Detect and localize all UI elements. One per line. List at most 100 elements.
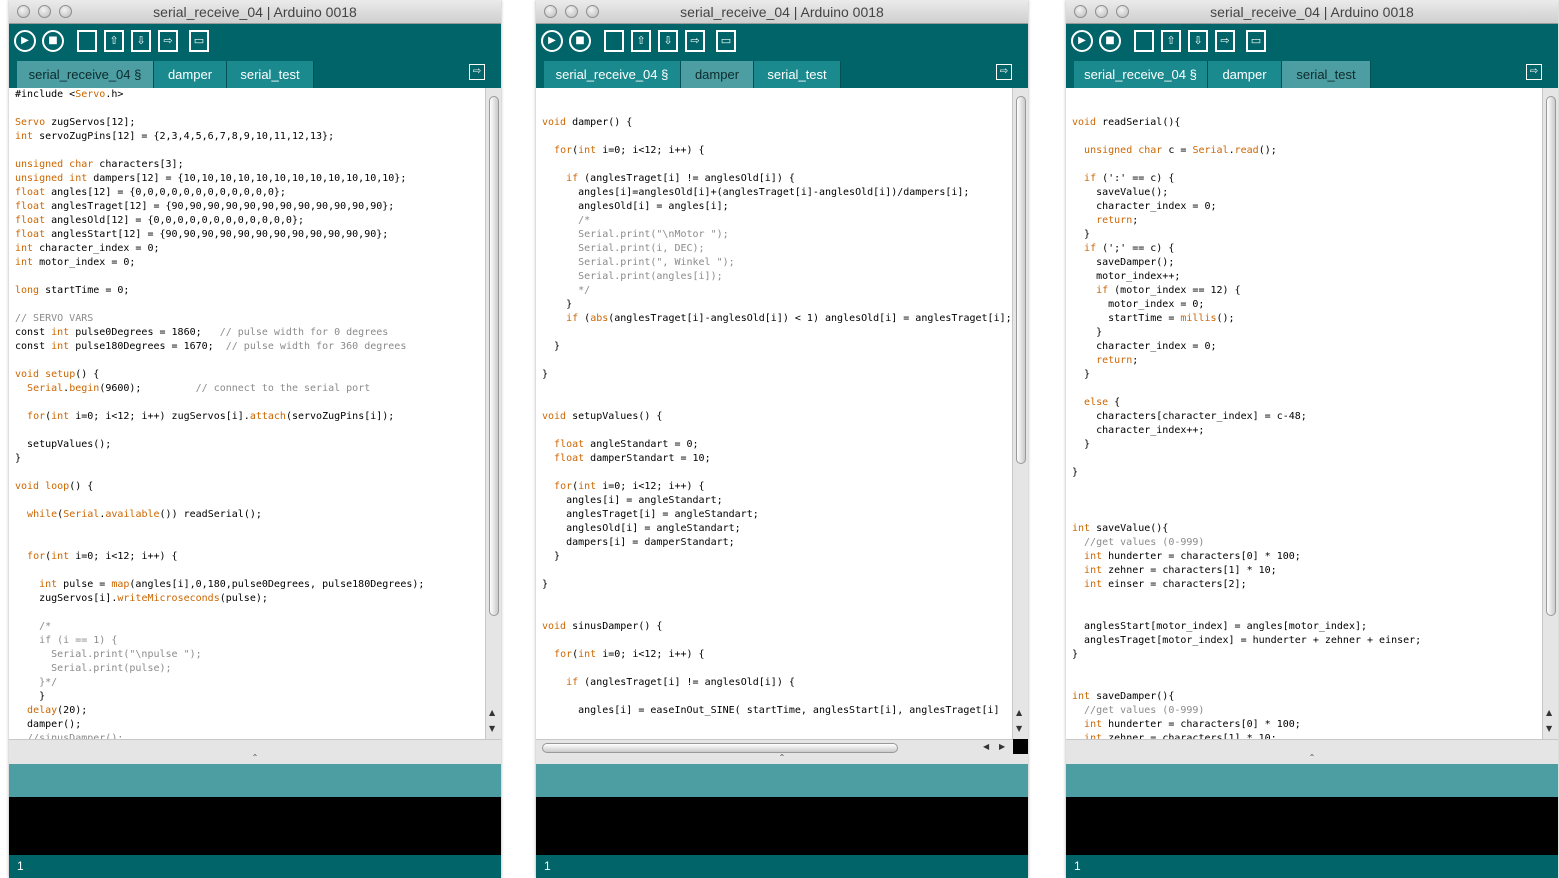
pane-divider[interactable]: ⌃ bbox=[536, 754, 1028, 764]
code-line[interactable] bbox=[542, 564, 1013, 578]
open-icon[interactable]: ⇧ bbox=[104, 30, 124, 52]
scroll-down-arrow[interactable]: ▼ bbox=[1546, 724, 1552, 733]
code-line[interactable]: float anglesOld[12] = {0,0,0,0,0,0,0,0,0… bbox=[15, 214, 486, 228]
code-line[interactable]: } bbox=[1072, 368, 1543, 382]
code-line[interactable] bbox=[542, 606, 1013, 620]
code-line[interactable]: float angles[12] = {0,0,0,0,0,0,0,0,0,0,… bbox=[15, 186, 486, 200]
code-editor[interactable]: void readSerial(){ unsigned char c = Ser… bbox=[1066, 88, 1543, 739]
code-line[interactable]: float damperStandart = 10; bbox=[542, 452, 1013, 466]
code-line[interactable]: } bbox=[542, 368, 1013, 382]
scroll-left-arrow[interactable]: ◀ bbox=[983, 742, 989, 751]
code-line[interactable]: anglesOld[i] = angles[i]; bbox=[542, 200, 1013, 214]
code-line[interactable]: if (motor_index == 12) { bbox=[1072, 284, 1543, 298]
code-line[interactable]: if (i == 1) { bbox=[15, 634, 486, 648]
tab-serial-test[interactable]: serial_test bbox=[227, 61, 314, 88]
vertical-scrollbar[interactable]: ▲ ▼ bbox=[1542, 88, 1558, 739]
stop-icon[interactable]: ■ bbox=[42, 30, 64, 52]
scroll-right-arrow[interactable]: ▶ bbox=[999, 742, 1005, 751]
code-text[interactable]: #include <Servo.h> Servo zugServos[12]; in… bbox=[9, 88, 486, 739]
code-line[interactable] bbox=[542, 592, 1013, 606]
code-line[interactable]: Serial.print(pulse); bbox=[15, 662, 486, 676]
code-line[interactable]: character_index++; bbox=[1072, 424, 1543, 438]
code-line[interactable]: Serial.begin(9600); // connect to the se… bbox=[15, 382, 486, 396]
code-line[interactable]: int pulse = map(angles[i],0,180,pulse0De… bbox=[15, 578, 486, 592]
code-line[interactable]: //sinusDamper(); bbox=[15, 732, 486, 739]
code-line[interactable]: }*/ bbox=[15, 676, 486, 690]
code-line[interactable]: startTime = millis(); bbox=[1072, 312, 1543, 326]
code-line[interactable]: void setupValues() { bbox=[542, 410, 1013, 424]
code-line[interactable]: int zehner = characters[1] * 10; bbox=[1072, 732, 1543, 739]
code-line[interactable]: character_index = 0; bbox=[1072, 340, 1543, 354]
code-line[interactable] bbox=[15, 144, 486, 158]
scroll-down-arrow[interactable]: ▼ bbox=[1016, 724, 1022, 733]
vertical-scrollbar[interactable]: ▲ ▼ bbox=[1012, 88, 1028, 739]
code-line[interactable]: //get values (0-999) bbox=[1072, 704, 1543, 718]
tab-damper[interactable]: damper bbox=[154, 61, 227, 88]
tab-serial-receive-04[interactable]: serial_receive_04 § bbox=[17, 61, 154, 88]
code-line[interactable]: long startTime = 0; bbox=[15, 284, 486, 298]
code-line[interactable]: setupValues(); bbox=[15, 438, 486, 452]
code-line[interactable]: /* bbox=[542, 214, 1013, 228]
new-icon[interactable] bbox=[77, 30, 97, 52]
code-line[interactable]: character_index = 0; bbox=[1072, 200, 1543, 214]
code-line[interactable] bbox=[15, 354, 486, 368]
code-line[interactable]: } bbox=[1072, 648, 1543, 662]
code-line[interactable]: anglesTraget[motor_index] = hunderter + … bbox=[1072, 634, 1543, 648]
code-line[interactable]: int saveValue(){ bbox=[1072, 522, 1543, 536]
code-line[interactable] bbox=[1072, 88, 1543, 102]
code-line[interactable] bbox=[542, 88, 1013, 102]
code-text[interactable]: void readSerial(){ unsigned char c = Ser… bbox=[1066, 88, 1543, 739]
code-line[interactable] bbox=[1072, 676, 1543, 690]
save-icon[interactable]: ⇩ bbox=[658, 30, 678, 52]
code-line[interactable]: int hunderter = characters[0] * 100; bbox=[1072, 550, 1543, 564]
code-line[interactable] bbox=[1072, 494, 1543, 508]
code-line[interactable] bbox=[1072, 102, 1543, 116]
code-line[interactable]: if (':' == c) { bbox=[1072, 172, 1543, 186]
code-line[interactable] bbox=[1072, 606, 1543, 620]
code-line[interactable] bbox=[542, 396, 1013, 410]
code-line[interactable]: Servo zugServos[12]; bbox=[15, 116, 486, 130]
code-line[interactable] bbox=[15, 298, 486, 312]
code-line[interactable]: return; bbox=[1072, 214, 1543, 228]
code-line[interactable] bbox=[542, 466, 1013, 480]
code-line[interactable]: float anglesTraget[12] = {90,90,90,90,90… bbox=[15, 200, 486, 214]
scroll-thumb[interactable] bbox=[1016, 96, 1026, 464]
code-line[interactable] bbox=[15, 536, 486, 550]
code-line[interactable] bbox=[542, 634, 1013, 648]
code-line[interactable]: const int pulse0Degrees = 1860; // pulse… bbox=[15, 326, 486, 340]
code-line[interactable] bbox=[15, 522, 486, 536]
code-line[interactable]: motor_index++; bbox=[1072, 270, 1543, 284]
code-line[interactable]: } bbox=[1072, 228, 1543, 242]
code-line[interactable]: } bbox=[542, 298, 1013, 312]
code-line[interactable] bbox=[542, 382, 1013, 396]
code-line[interactable] bbox=[1072, 662, 1543, 676]
code-line[interactable]: characters[character_index] = c-48; bbox=[1072, 410, 1543, 424]
code-line[interactable]: //get values (0-999) bbox=[1072, 536, 1543, 550]
code-line[interactable]: } bbox=[1072, 438, 1543, 452]
code-line[interactable] bbox=[542, 424, 1013, 438]
code-line[interactable]: float angleStandart = 0; bbox=[542, 438, 1013, 452]
code-line[interactable] bbox=[15, 494, 486, 508]
code-line[interactable] bbox=[542, 354, 1013, 368]
code-line[interactable] bbox=[542, 690, 1013, 704]
code-line[interactable]: for(int i=0; i<12; i++) { bbox=[542, 144, 1013, 158]
code-line[interactable]: } bbox=[1072, 326, 1543, 340]
code-line[interactable] bbox=[15, 466, 486, 480]
code-line[interactable]: int character_index = 0; bbox=[15, 242, 486, 256]
code-line[interactable] bbox=[1072, 480, 1543, 494]
code-line[interactable]: if (abs(anglesTraget[i]-anglesOld[i]) < … bbox=[542, 312, 1013, 326]
code-line[interactable]: motor_index = 0; bbox=[1072, 298, 1543, 312]
code-line[interactable] bbox=[15, 564, 486, 578]
code-line[interactable]: } bbox=[15, 452, 486, 466]
code-line[interactable]: for(int i=0; i<12; i++) { bbox=[542, 648, 1013, 662]
export-icon[interactable]: ⇨ bbox=[1215, 30, 1235, 52]
code-line[interactable]: } bbox=[542, 578, 1013, 592]
code-line[interactable] bbox=[542, 662, 1013, 676]
code-line[interactable]: int hunderter = characters[0] * 100; bbox=[1072, 718, 1543, 732]
tab-serial-receive-04[interactable]: serial_receive_04 § bbox=[1074, 61, 1208, 88]
code-line[interactable]: int saveDamper(){ bbox=[1072, 690, 1543, 704]
code-line[interactable]: for(int i=0; i<12; i++) zugServos[i].att… bbox=[15, 410, 486, 424]
code-line[interactable]: unsigned int dampers[12] = {10,10,10,10,… bbox=[15, 172, 486, 186]
run-icon[interactable]: ▶ bbox=[541, 30, 563, 52]
stop-icon[interactable]: ■ bbox=[1099, 30, 1121, 52]
